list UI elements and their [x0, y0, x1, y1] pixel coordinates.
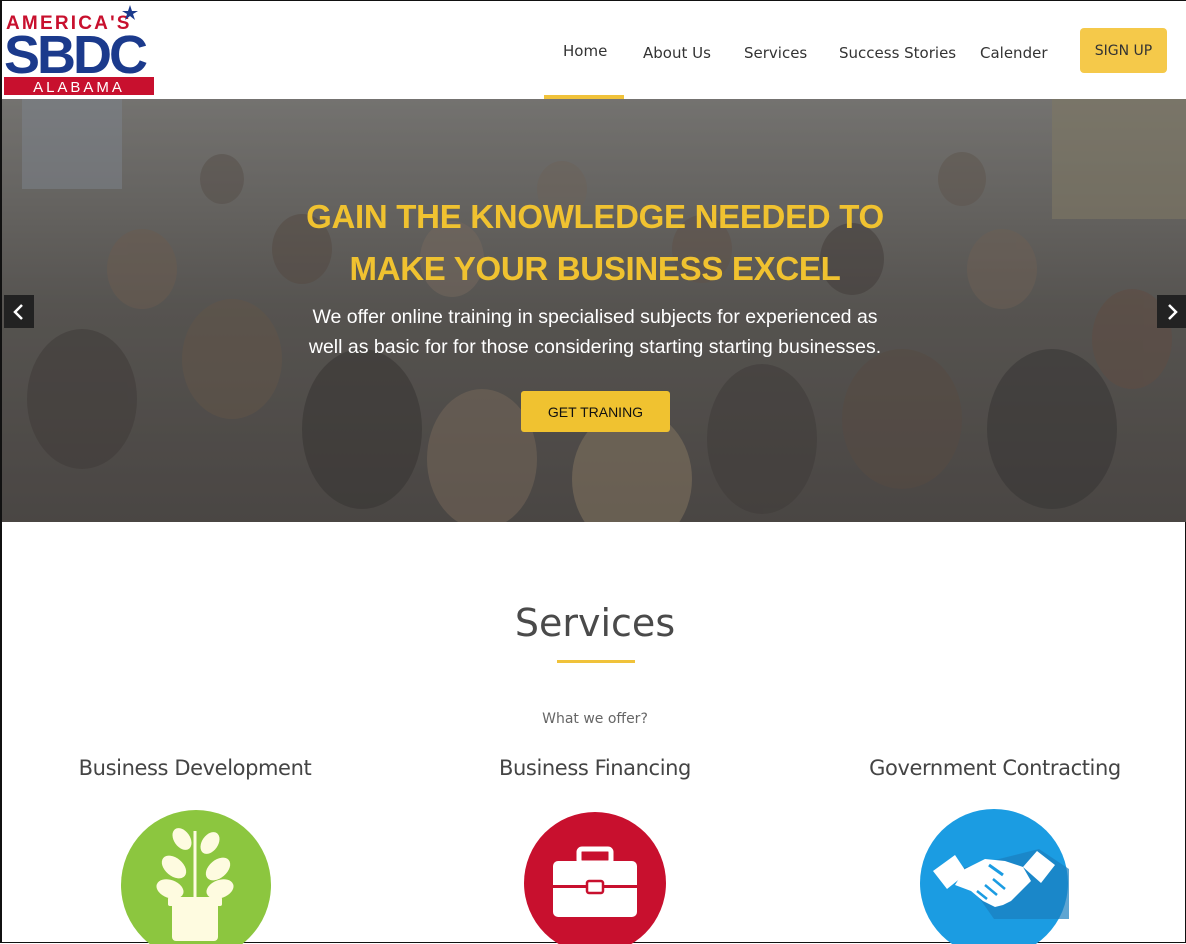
- main-nav: Home About Us Services Success Stories C…: [2, 1, 1186, 99]
- nav-success-stories[interactable]: Success Stories: [839, 44, 956, 62]
- get-training-button[interactable]: GET TRANING: [521, 391, 670, 432]
- nav-calender[interactable]: Calender: [980, 44, 1048, 62]
- hero-carousel: GAIN THE KNOWLEDGE NEEDED TO MAKE YOUR B…: [2, 99, 1186, 522]
- service-title-business-financing[interactable]: Business Financing: [395, 756, 795, 780]
- handshake-icon[interactable]: [919, 809, 1069, 944]
- hero-subtitle: We offer online training in specialised …: [2, 302, 1186, 362]
- services-subheading: What we offer?: [542, 711, 648, 727]
- briefcase-icon[interactable]: [523, 809, 667, 944]
- site-header: AMERICA'S SBDC ALABAMA Home About Us Ser…: [2, 1, 1186, 99]
- signup-button[interactable]: SIGN UP: [1080, 28, 1167, 73]
- plant-icon[interactable]: [120, 809, 272, 944]
- hero-subtitle-line-2: well as basic for for those considering …: [308, 336, 882, 358]
- nav-home[interactable]: Home: [563, 42, 607, 60]
- carousel-next-button[interactable]: [1157, 295, 1186, 328]
- hero-title-line-2: MAKE YOUR BUSINESS EXCEL: [349, 250, 841, 287]
- services-heading-underline: [557, 660, 635, 663]
- nav-services[interactable]: Services: [744, 44, 807, 62]
- service-title-business-development[interactable]: Business Development: [0, 756, 395, 780]
- nav-about-us[interactable]: About Us: [643, 44, 711, 62]
- hero-subtitle-line-1: We offer online training in specialised …: [312, 306, 878, 328]
- service-title-government-contracting[interactable]: Government Contracting: [795, 756, 1186, 780]
- chevron-left-icon: [13, 303, 23, 320]
- hero-title: GAIN THE KNOWLEDGE NEEDED TO MAKE YOUR B…: [2, 191, 1186, 295]
- hero-title-line-1: GAIN THE KNOWLEDGE NEEDED TO: [306, 198, 884, 235]
- carousel-prev-button[interactable]: [4, 295, 34, 328]
- services-heading: Services: [514, 601, 676, 645]
- chevron-right-icon: [1168, 303, 1178, 320]
